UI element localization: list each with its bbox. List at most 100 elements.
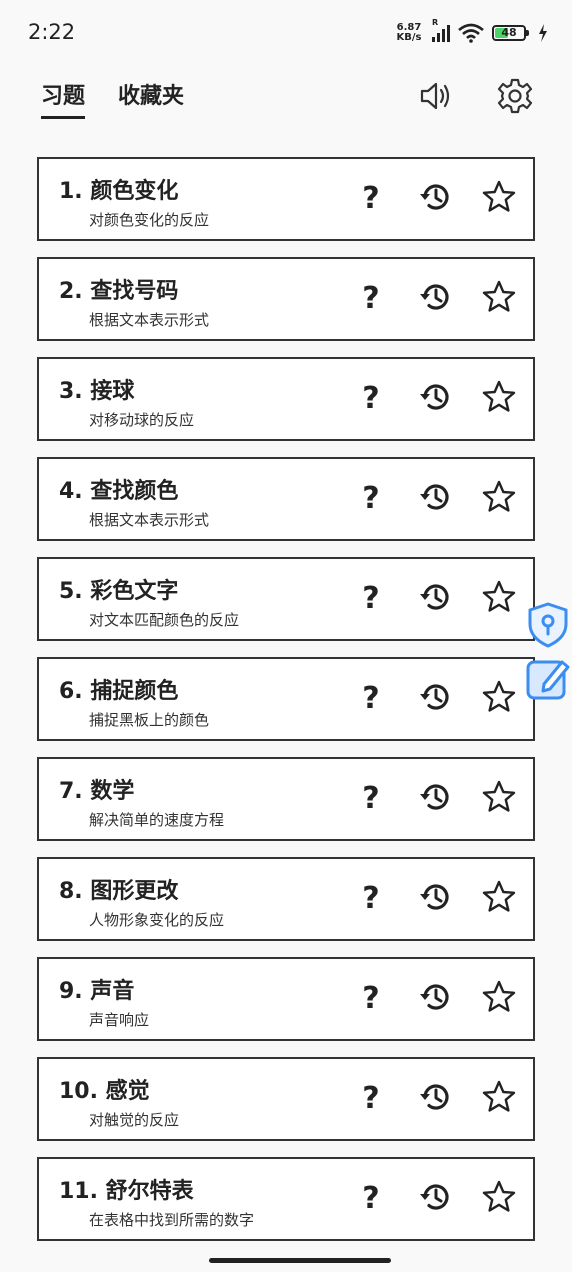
network-speed-unit: KB/s — [396, 32, 422, 43]
question-icon[interactable]: ? — [351, 877, 391, 917]
exercise-title: 4. 查找颜色 — [59, 479, 179, 504]
star-icon[interactable] — [479, 477, 519, 517]
star-icon[interactable] — [479, 1177, 519, 1217]
exercise-title: 10. 感觉 — [59, 1079, 150, 1104]
exercise-card-1[interactable]: 1. 颜色变化 对颜色变化的反应 ? — [37, 157, 535, 241]
home-indicator[interactable] — [209, 1258, 391, 1263]
gear-icon[interactable] — [495, 76, 535, 116]
status-bar: 2:22 6.87 KB/s R 48 — [0, 0, 572, 68]
exercise-title: 7. 数学 — [59, 779, 135, 804]
question-icon[interactable]: ? — [351, 1077, 391, 1117]
exercise-actions: ? — [351, 377, 519, 417]
exercise-actions: ? — [351, 877, 519, 917]
svg-text:?: ? — [362, 181, 379, 215]
history-icon[interactable] — [415, 477, 455, 517]
star-icon[interactable] — [479, 877, 519, 917]
question-icon[interactable]: ? — [351, 377, 391, 417]
svg-text:?: ? — [362, 481, 379, 515]
exercise-card-2[interactable]: 2. 查找号码 根据文本表示形式 ? — [37, 257, 535, 341]
star-icon[interactable] — [479, 1077, 519, 1117]
history-icon[interactable] — [415, 577, 455, 617]
exercise-title: 1. 颜色变化 — [59, 179, 179, 204]
exercise-actions: ? — [351, 777, 519, 817]
history-icon[interactable] — [415, 877, 455, 917]
top-bar: 习题 收藏夹 — [0, 68, 572, 128]
question-icon[interactable]: ? — [351, 977, 391, 1017]
edit-note-icon[interactable] — [524, 654, 572, 702]
exercise-actions: ? — [351, 1077, 519, 1117]
exercise-subtitle: 解决简单的速度方程 — [89, 811, 225, 829]
exercise-subtitle: 在表格中找到所需的数字 — [89, 1211, 255, 1229]
wifi-icon — [458, 23, 484, 43]
exercise-actions: ? — [351, 1177, 519, 1217]
exercise-subtitle: 对颜色变化的反应 — [89, 211, 210, 229]
exercise-card-5[interactable]: 5. 彩色文字 对文本匹配颜色的反应 ? — [37, 557, 535, 641]
svg-text:?: ? — [362, 1081, 379, 1115]
exercise-card-8[interactable]: 8. 图形更改 人物形象变化的反应 ? — [37, 857, 535, 941]
history-icon[interactable] — [415, 777, 455, 817]
svg-text:?: ? — [362, 381, 379, 415]
signal-icon: R — [432, 18, 450, 42]
network-indicator: R — [432, 18, 439, 27]
star-icon[interactable] — [479, 277, 519, 317]
battery-level: 48 — [501, 26, 517, 39]
svg-text:?: ? — [362, 1181, 379, 1215]
speaker-icon[interactable] — [416, 76, 456, 116]
security-shield-icon[interactable] — [524, 600, 572, 648]
exercise-title: 3. 接球 — [59, 379, 135, 404]
exercise-title: 9. 声音 — [59, 979, 135, 1004]
exercise-actions: ? — [351, 477, 519, 517]
star-icon[interactable] — [479, 577, 519, 617]
exercise-title: 5. 彩色文字 — [59, 579, 179, 604]
exercise-card-4[interactable]: 4. 查找颜色 根据文本表示形式 ? — [37, 457, 535, 541]
question-icon[interactable]: ? — [351, 577, 391, 617]
exercise-subtitle: 根据文本表示形式 — [89, 311, 210, 329]
history-icon[interactable] — [415, 377, 455, 417]
question-icon[interactable]: ? — [351, 777, 391, 817]
history-icon[interactable] — [415, 977, 455, 1017]
svg-text:?: ? — [362, 681, 379, 715]
exercise-subtitle: 声音响应 — [89, 1011, 150, 1029]
svg-text:?: ? — [362, 881, 379, 915]
exercise-title: 8. 图形更改 — [59, 879, 179, 904]
question-icon[interactable]: ? — [351, 677, 391, 717]
exercise-subtitle: 对文本匹配颜色的反应 — [89, 611, 240, 629]
question-icon[interactable]: ? — [351, 277, 391, 317]
exercise-card-6[interactable]: 6. 捕捉颜色 捕捉黑板上的颜色 ? — [37, 657, 535, 741]
exercise-subtitle: 捕捉黑板上的颜色 — [89, 711, 210, 729]
question-icon[interactable]: ? — [351, 1177, 391, 1217]
star-icon[interactable] — [479, 977, 519, 1017]
exercise-card-9[interactable]: 9. 声音 声音响应 ? — [37, 957, 535, 1041]
svg-text:?: ? — [362, 981, 379, 1015]
exercise-title: 11. 舒尔特表 — [59, 1179, 194, 1204]
battery-icon: 48 — [492, 25, 529, 41]
exercise-actions: ? — [351, 977, 519, 1017]
exercise-card-11[interactable]: 11. 舒尔特表 在表格中找到所需的数字 ? — [37, 1157, 535, 1241]
exercise-actions: ? — [351, 677, 519, 717]
exercise-card-7[interactable]: 7. 数学 解决简单的速度方程 ? — [37, 757, 535, 841]
exercise-subtitle: 人物形象变化的反应 — [89, 911, 225, 929]
exercise-card-3[interactable]: 3. 接球 对移动球的反应 ? — [37, 357, 535, 441]
star-icon[interactable] — [479, 377, 519, 417]
history-icon[interactable] — [415, 177, 455, 217]
exercise-actions: ? — [351, 577, 519, 617]
question-icon[interactable]: ? — [351, 177, 391, 217]
charging-icon — [539, 24, 547, 42]
exercise-actions: ? — [351, 177, 519, 217]
star-icon[interactable] — [479, 777, 519, 817]
history-icon[interactable] — [415, 277, 455, 317]
star-icon[interactable] — [479, 677, 519, 717]
network-speed: 6.87 KB/s — [394, 23, 424, 43]
exercise-actions: ? — [351, 277, 519, 317]
exercise-card-10[interactable]: 10. 感觉 对触觉的反应 ? — [37, 1057, 535, 1141]
svg-text:?: ? — [362, 581, 379, 615]
exercise-title: 2. 查找号码 — [59, 279, 179, 304]
exercise-subtitle: 对触觉的反应 — [89, 1111, 180, 1129]
history-icon[interactable] — [415, 677, 455, 717]
star-icon[interactable] — [479, 177, 519, 217]
question-icon[interactable]: ? — [351, 477, 391, 517]
history-icon[interactable] — [415, 1077, 455, 1117]
tab-favorites[interactable]: 收藏夹 — [118, 78, 184, 116]
tab-exercises[interactable]: 习题 — [41, 78, 86, 119]
history-icon[interactable] — [415, 1177, 455, 1217]
